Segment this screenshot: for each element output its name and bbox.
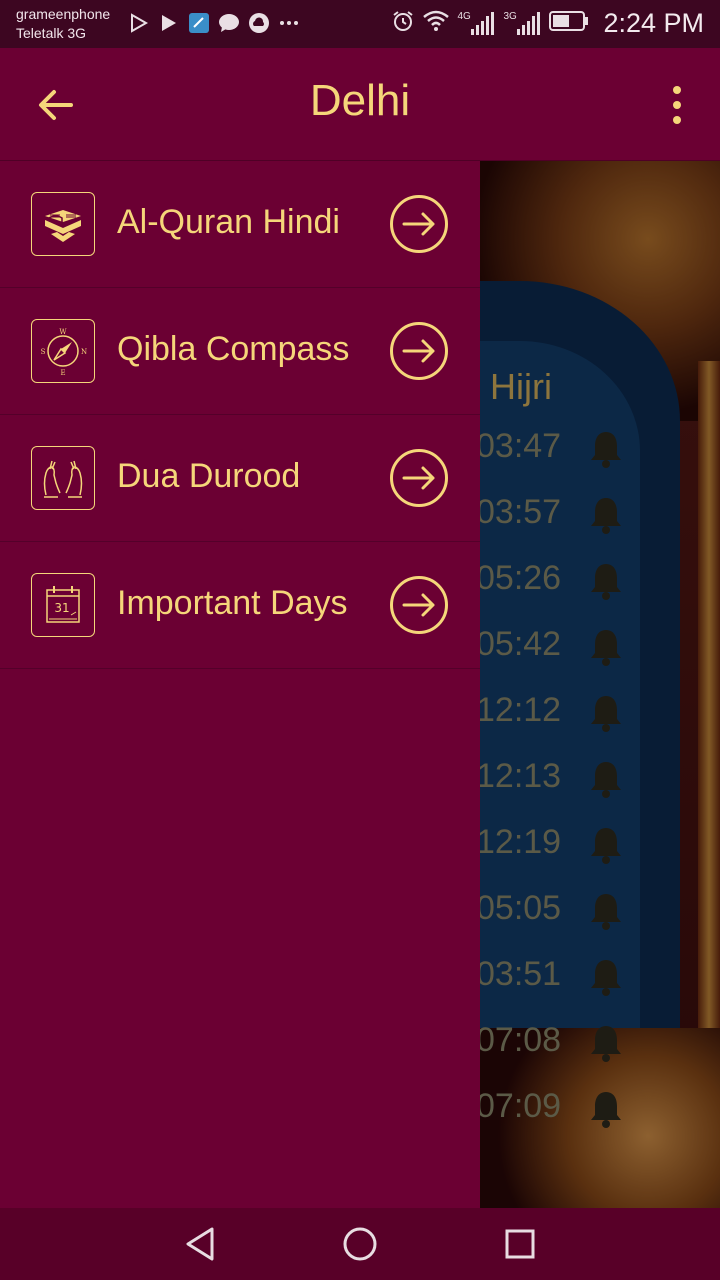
square-recents-icon [505,1229,535,1259]
svg-text:W: W [59,328,67,336]
chat-icon [218,12,240,34]
nav-back-button[interactable] [180,1224,220,1264]
signal-icon-2: 3G [503,11,541,37]
carrier-name-2: Teletalk 3G [16,25,87,41]
signal-icon-1: 4G [457,11,495,37]
drawer-item-label: Dua Durood [117,457,301,495]
compass-icon: W E S N [31,319,95,383]
navigation-drawer: Al-Quran Hindi W E S N Qibla Compass Dua Du… [0,161,480,1208]
arrow-right-circle-icon [390,449,448,507]
play-store-download-icon [158,12,180,34]
praying-hands-icon [31,446,95,510]
cloud-icon [248,12,270,34]
nav-home-button[interactable] [340,1224,380,1264]
svg-text:S: S [41,348,46,356]
svg-text:N: N [81,348,87,356]
drawer-item-label: Important Days [117,584,348,622]
more-notifications-icon [278,12,300,34]
status-bar: grameenphone Teletalk 3G 4G 3G 2:24 PM [0,0,720,48]
drawer-item-qibla-compass[interactable]: W E S N Qibla Compass [0,288,480,415]
app-bar: Delhi [0,48,720,161]
svg-text:E: E [60,369,65,377]
quran-book-icon [31,192,95,256]
drawer-scrim[interactable] [480,161,720,1208]
arrow-right-circle-icon [390,322,448,380]
arrow-right-circle-icon [390,576,448,634]
drawer-item-al-quran-hindi[interactable]: Al-Quran Hindi [0,161,480,288]
carrier-info: grameenphone Teletalk 3G [16,5,110,43]
telenor-icon [188,12,210,34]
drawer-item-label: Qibla Compass [117,330,350,368]
nav-recents-button[interactable] [500,1224,540,1264]
calendar-icon: 31 [31,573,95,637]
overflow-dot [673,86,681,94]
battery-icon [549,10,589,37]
drawer-item-dua-durood[interactable]: Dua Durood [0,415,480,542]
drawer-item-important-days[interactable]: 31 Important Days [0,542,480,669]
clock: 2:24 PM [603,8,704,38]
play-store-icon [128,12,150,34]
drawer-item-label: Al-Quran Hindi [117,203,340,241]
page-title: Delhi [309,76,411,125]
overflow-menu-button[interactable] [662,80,692,130]
alarm-icon [391,9,415,38]
overflow-dot [673,116,681,124]
system-navigation-bar [0,1208,720,1280]
triangle-back-icon [186,1227,214,1261]
circle-home-icon [343,1227,377,1261]
notification-icons [128,12,300,34]
calendar-day: 31 [54,601,69,615]
wifi-icon [423,10,450,37]
overflow-dot [673,101,681,109]
system-status: 4G 3G 2:24 PM [391,8,704,39]
arrow-right-circle-icon [390,195,448,253]
carrier-name-1: grameenphone [16,6,111,22]
